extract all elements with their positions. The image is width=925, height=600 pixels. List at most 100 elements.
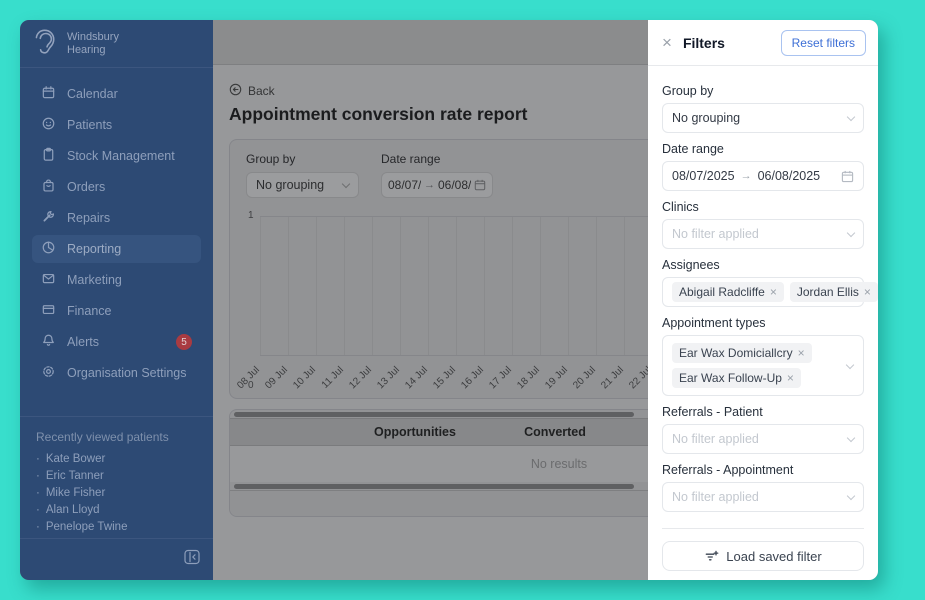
date-start-value: 08/07/2025 xyxy=(388,178,421,192)
filters-header: × Filters Reset filters xyxy=(648,20,878,66)
report-table-card: Opportunities Converted No results xyxy=(229,409,648,517)
filters-divider xyxy=(662,528,864,529)
no-results-text: No results xyxy=(530,457,588,471)
date-end-value: 06/08/2025 xyxy=(438,178,471,192)
load-saved-filter-button[interactable]: Load saved filter xyxy=(662,541,864,571)
bullet: · xyxy=(36,453,40,465)
table-header-converted: Converted xyxy=(524,425,586,439)
bullet: · xyxy=(36,487,40,499)
filters-title: Filters xyxy=(682,34,725,51)
filters-panel: × Filters Reset filters Group by No grou… xyxy=(648,20,878,580)
arrow-right-icon: → xyxy=(424,179,435,191)
filter-referrals-patient-select[interactable]: No filter applied xyxy=(662,424,864,454)
filters-body: Group by No grouping Date range 08/07/20… xyxy=(648,66,878,580)
sidebar-item-organisation-settings[interactable]: Organisation Settings xyxy=(32,359,201,387)
pie-chart-icon xyxy=(41,240,56,258)
alerts-count-badge: 5 xyxy=(176,334,192,350)
group-by-control: Group by No grouping xyxy=(246,152,359,198)
sidebar-item-reporting[interactable]: Reporting xyxy=(32,235,201,263)
chevron-down-icon xyxy=(341,179,351,188)
table-empty-row: No results xyxy=(230,446,648,482)
main-content: Back Appointment conversion rate report … xyxy=(213,20,648,580)
report-page: Back Appointment conversion rate report … xyxy=(213,65,648,517)
sidebar-item-calendar[interactable]: Calendar xyxy=(32,80,201,108)
sidebar-item-finance[interactable]: Finance xyxy=(32,297,201,325)
filter-date-end: 06/08/2025 xyxy=(757,169,821,183)
filter-date-start: 08/07/2025 xyxy=(672,169,735,183)
recent-patient-link[interactable]: · Penelope Twine xyxy=(36,521,197,533)
recent-patient-link[interactable]: · Eric Tanner xyxy=(36,470,197,482)
chevron-down-icon xyxy=(846,433,856,442)
arrow-right-icon: → xyxy=(740,170,752,182)
chart-plot-area xyxy=(260,216,648,356)
bullet: · xyxy=(36,470,40,482)
filter-clinics-select[interactable]: No filter applied xyxy=(662,219,864,249)
filter-date-range-input[interactable]: 08/07/2025 → 06/08/2025 xyxy=(662,161,864,191)
table-header-row: Opportunities Converted xyxy=(230,418,648,446)
date-range-input[interactable]: 08/07/2025 → 06/08/2025 xyxy=(381,172,493,198)
back-arrow-icon xyxy=(229,83,242,99)
calendar-icon xyxy=(474,179,486,191)
top-navbar xyxy=(213,20,648,65)
y-axis-tick-max: 1 xyxy=(248,210,254,221)
reset-filters-button[interactable]: Reset filters xyxy=(780,29,866,56)
chevron-down-icon xyxy=(846,112,856,121)
remove-tag-icon[interactable]: × xyxy=(770,285,777,299)
table-scrollbar-bottom xyxy=(230,482,648,490)
sidebar-item-stock-management[interactable]: Stock Management xyxy=(32,142,201,170)
envelope-icon xyxy=(41,271,56,289)
report-chart-card: Group by No grouping Date range 08/07/20… xyxy=(229,139,648,399)
conversion-chart: 1 0 08 Jul 09 Jul 10 Jul 11 Jul 12 Jul 1… xyxy=(235,210,648,392)
close-icon[interactable]: × xyxy=(662,34,672,51)
back-link[interactable]: Back xyxy=(229,83,289,99)
recent-patient-link[interactable]: · Kate Bower xyxy=(36,453,197,465)
bullet: · xyxy=(36,504,40,516)
scrollbar-thumb[interactable] xyxy=(234,484,634,489)
bag-icon xyxy=(41,178,56,196)
ear-logo-icon xyxy=(33,26,59,61)
filter-referrals-appointment-select[interactable]: No filter applied xyxy=(662,482,864,512)
filter-assignees-select[interactable]: Abigail Radcliffe × Jordan Ellis × xyxy=(662,277,878,307)
sidebar-item-marketing[interactable]: Marketing xyxy=(32,266,201,294)
remove-tag-icon[interactable]: × xyxy=(864,285,871,299)
scrollbar-thumb[interactable] xyxy=(234,412,634,417)
appointment-type-tag: Ear Wax Follow-Up × xyxy=(672,368,801,388)
chevron-down-icon xyxy=(845,360,855,369)
sidebar-nav: Calendar Patients Stock Management Order… xyxy=(20,68,213,390)
brand-name: Windsbury Hearing xyxy=(67,30,119,56)
wrench-icon xyxy=(41,209,56,227)
brand-logo: Windsbury Hearing xyxy=(20,20,213,68)
calendar-icon xyxy=(841,170,854,182)
date-range-control: Date range 08/07/2025 → 06/08/2025 xyxy=(381,152,493,198)
app-window: Windsbury Hearing Calendar Patients Stoc… xyxy=(20,20,878,580)
sidebar-footer xyxy=(20,538,213,580)
filter-group-by-select[interactable]: No grouping xyxy=(662,103,864,133)
chart-x-axis-labels: 08 Jul 09 Jul 10 Jul 11 Jul 12 Jul 13 Ju… xyxy=(235,364,648,392)
group-by-select[interactable]: No grouping xyxy=(246,172,359,198)
recently-viewed-patients: Recently viewed patients · Kate Bower · Er… xyxy=(20,417,213,538)
credit-card-icon xyxy=(41,302,56,320)
sidebar-item-repairs[interactable]: Repairs xyxy=(32,204,201,232)
filter-appointment-types-select[interactable]: Ear Wax Domiciallcry × Ear Wax Follow-Up × xyxy=(662,335,864,396)
remove-tag-icon[interactable]: × xyxy=(798,346,805,360)
table-scrollbar-top xyxy=(230,410,648,418)
smiley-icon xyxy=(41,116,56,134)
sidebar-item-patients[interactable]: Patients xyxy=(32,111,201,139)
sidebar: Windsbury Hearing Calendar Patients Stoc… xyxy=(20,20,213,580)
sidebar-collapse-icon[interactable] xyxy=(183,548,201,571)
bell-icon xyxy=(41,333,56,351)
gear-icon xyxy=(41,364,56,382)
sidebar-item-alerts[interactable]: Alerts 5 xyxy=(32,328,201,356)
remove-tag-icon[interactable]: × xyxy=(787,371,794,385)
page-title: Appointment conversion rate report xyxy=(229,104,528,124)
chevron-down-icon xyxy=(846,228,856,237)
appointment-type-tag: Ear Wax Domiciallcry × xyxy=(672,343,812,363)
sidebar-item-orders[interactable]: Orders xyxy=(32,173,201,201)
chevron-down-icon xyxy=(846,491,856,500)
assignee-tag: Abigail Radcliffe × xyxy=(672,282,784,302)
report-controls: Group by No grouping Date range 08/07/20… xyxy=(246,152,648,198)
recent-patient-link[interactable]: · Mike Fisher xyxy=(36,487,197,499)
recent-patient-link[interactable]: · Alan Lloyd xyxy=(36,504,197,516)
bullet: · xyxy=(36,521,40,533)
calendar-icon xyxy=(41,85,56,103)
